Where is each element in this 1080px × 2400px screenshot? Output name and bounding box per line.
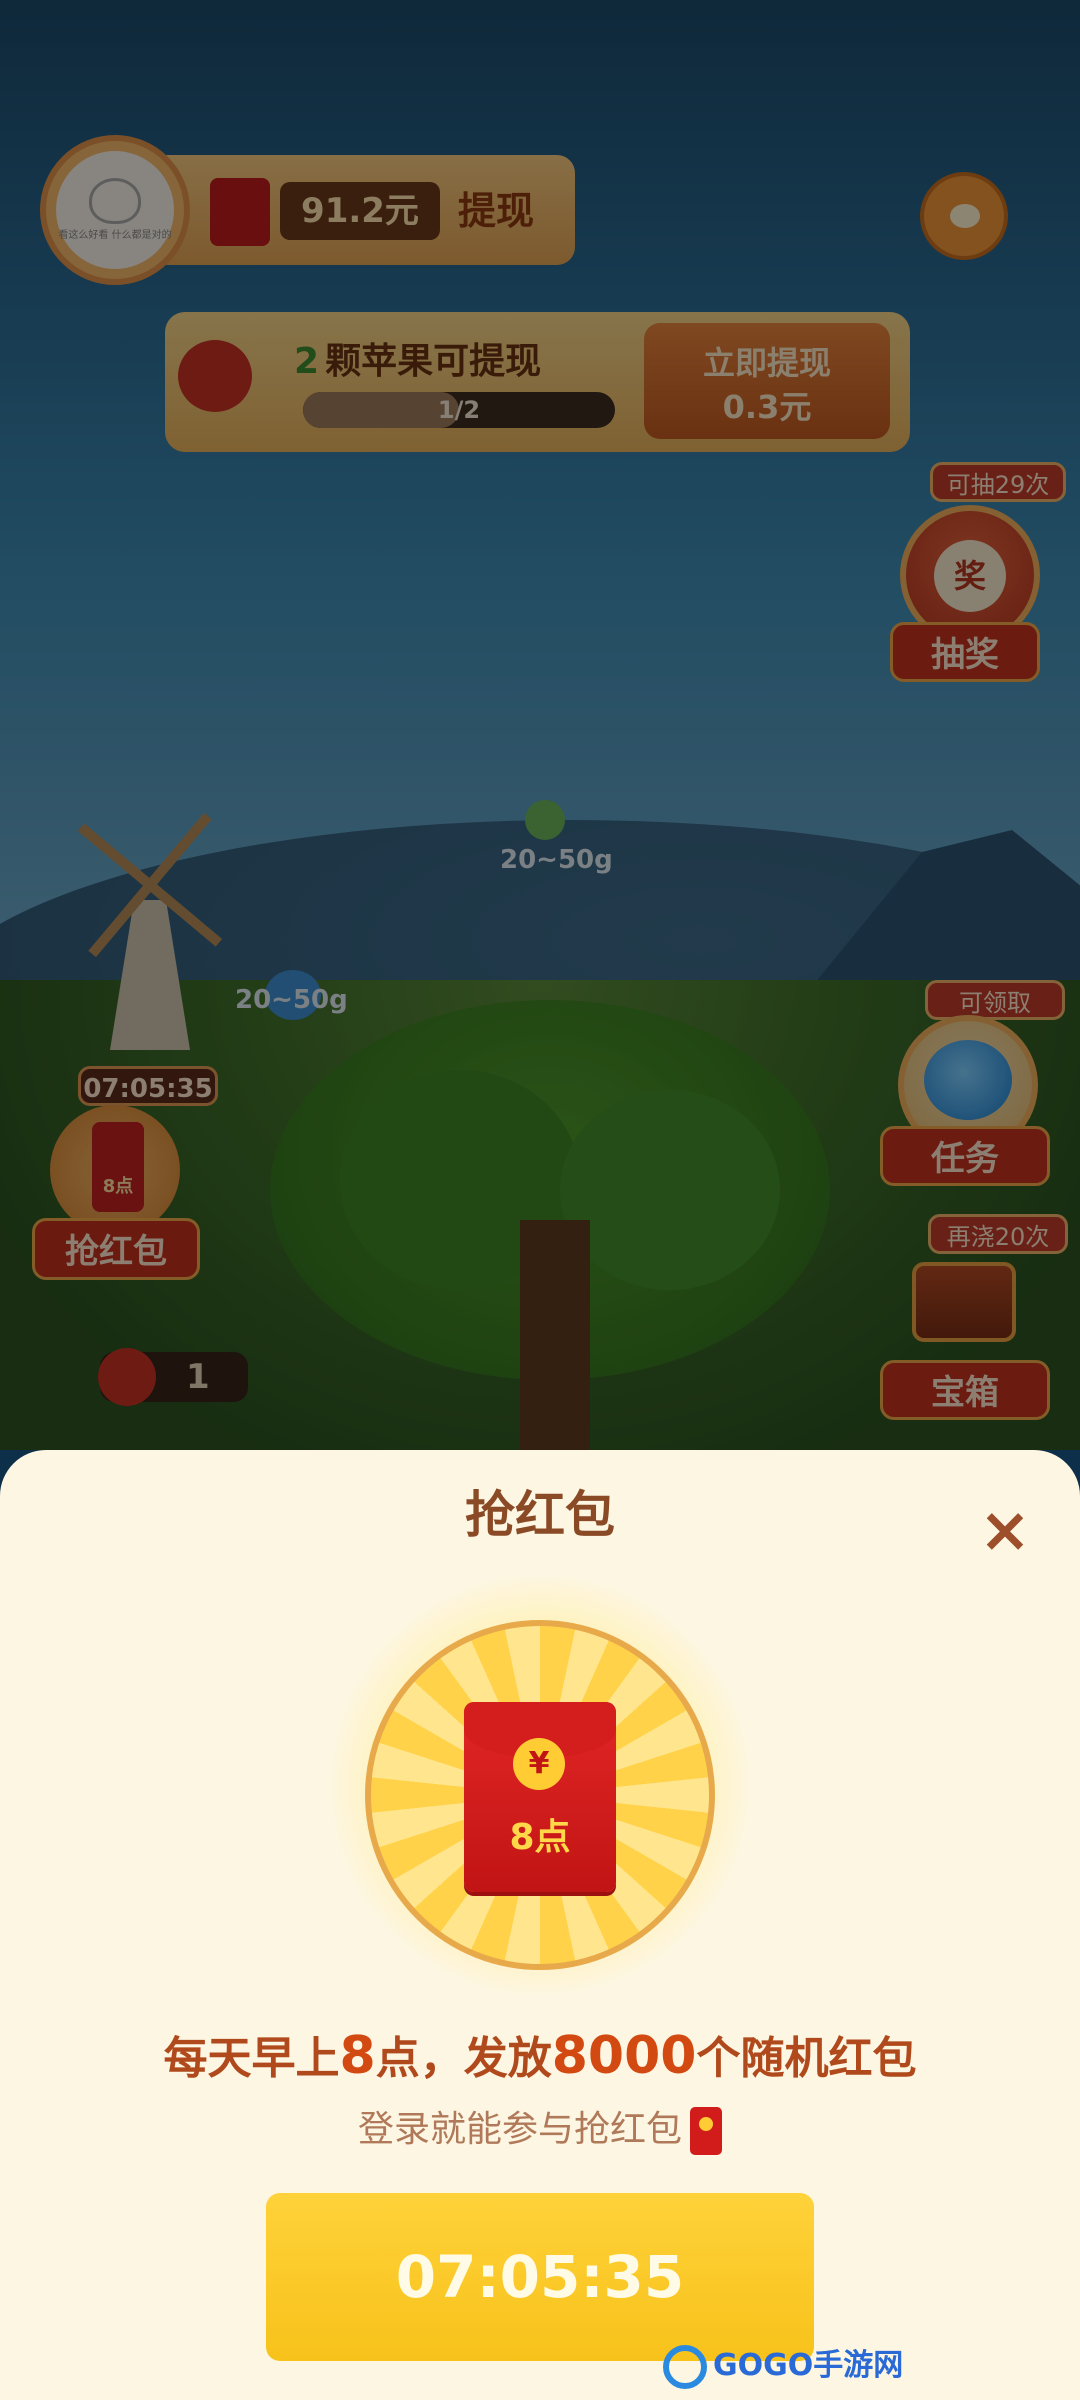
headline-text: 个随机红包 xyxy=(696,2033,917,2084)
close-icon[interactable]: × xyxy=(975,1499,1035,1561)
modal-backdrop[interactable] xyxy=(0,0,1080,1450)
watermark: GOGO手游网 xyxy=(663,2340,903,2389)
countdown-button[interactable]: 07:05:35 xyxy=(266,2193,814,2361)
subline-text: 登录就能参与抢红包 xyxy=(357,2109,682,2150)
headline-text: 每天早上 xyxy=(163,2033,340,2084)
headline-text: 点，发放 xyxy=(375,2033,552,2084)
gogo-logo-icon xyxy=(663,2344,707,2389)
red-envelope-icon xyxy=(690,2107,722,2155)
sheet-title: 抢红包 xyxy=(465,1486,615,1544)
sheet-subline: 登录就能参与抢红包 xyxy=(0,2100,1080,2155)
watermark-text: GOGO手游网 xyxy=(713,2348,904,2383)
yen-coin-icon: ¥ xyxy=(513,1738,565,1790)
envelope-time-label: 8点 xyxy=(509,1817,571,1858)
headline-hour: 8 xyxy=(339,2026,376,2086)
sheet-headline: 每天早上8点，发放8000个随机红包 xyxy=(0,2022,1080,2086)
headline-count: 8000 xyxy=(551,2026,697,2086)
